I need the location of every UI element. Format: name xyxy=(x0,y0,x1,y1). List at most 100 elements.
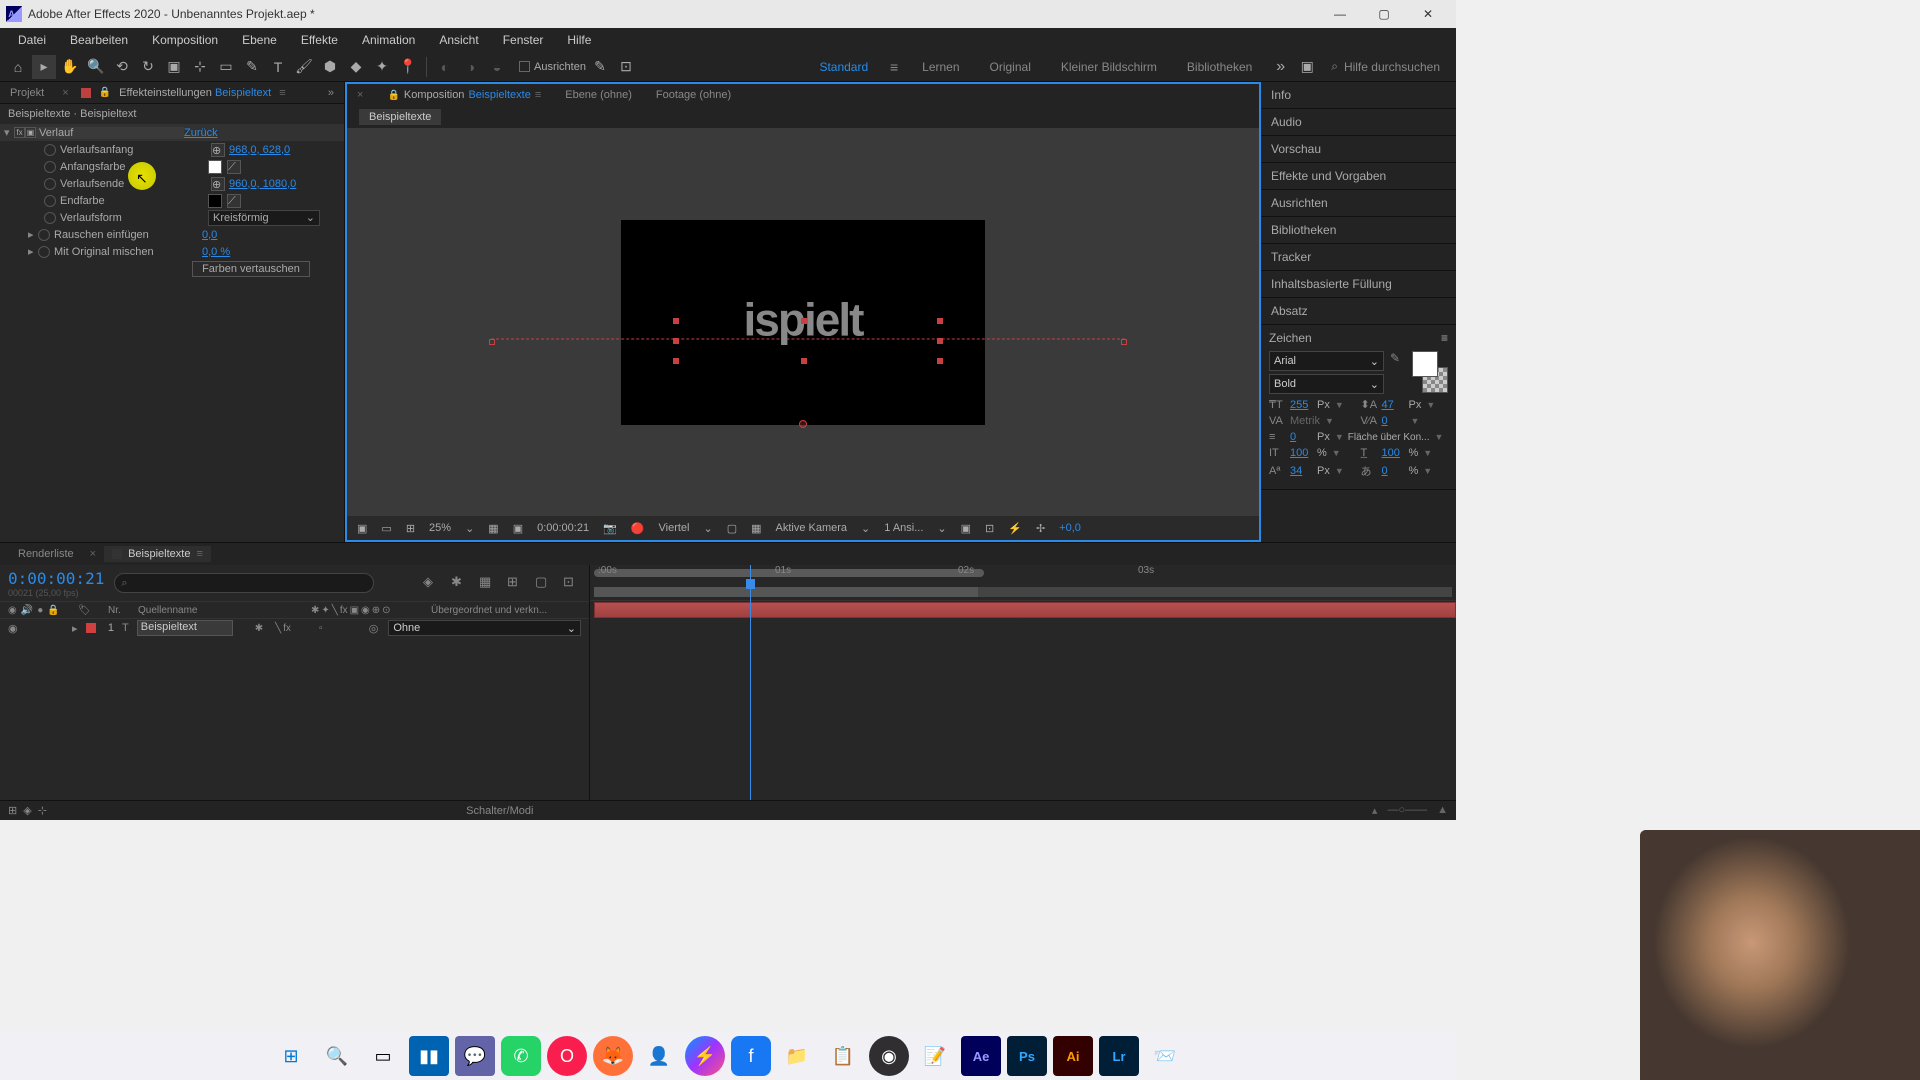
bbox-handle[interactable] xyxy=(673,318,679,324)
workspace-more[interactable]: » xyxy=(1268,58,1293,76)
panel-overflow[interactable]: » xyxy=(322,87,340,99)
workspace-kleiner[interactable]: Kleiner Bildschirm xyxy=(1047,60,1171,74)
pen-tool[interactable]: ✎ xyxy=(240,55,264,79)
panel-audio[interactable]: Audio xyxy=(1261,109,1456,136)
stopwatch-mischen[interactable] xyxy=(38,246,50,258)
panel-tracker[interactable]: Tracker xyxy=(1261,244,1456,271)
menu-effekte[interactable]: Effekte xyxy=(291,30,348,50)
lock-icon[interactable]: 🔒 xyxy=(99,87,111,98)
tl-draft-icon[interactable]: ⊡ xyxy=(563,574,581,592)
fast-icon[interactable]: ⚡ xyxy=(1004,522,1026,535)
menu-datei[interactable]: Datei xyxy=(8,30,56,50)
footer-toggle-1[interactable]: ⊞ xyxy=(8,804,17,817)
layer-label-color[interactable] xyxy=(86,623,96,633)
mask-tool[interactable]: ⊡ xyxy=(614,55,638,79)
tab-menu-icon[interactable]: ≡ xyxy=(279,87,285,99)
value-verlaufsanfang[interactable]: 968,0, 628,0 xyxy=(229,144,290,156)
3d-icon[interactable]: ▣ xyxy=(957,522,975,535)
snapshot-icon[interactable]: 📷 xyxy=(599,522,621,535)
eyedropper-endfarbe[interactable]: ⟋ xyxy=(227,194,241,208)
close-button[interactable]: ✕ xyxy=(1406,0,1450,28)
fx-toggle[interactable]: fx xyxy=(14,127,25,138)
chevron-down-icon[interactable]: ⌄ xyxy=(857,522,874,535)
shape-tool[interactable]: ▭ xyxy=(214,55,238,79)
bbox-handle[interactable] xyxy=(937,318,943,324)
font-family-dropdown[interactable]: Arial⌄ xyxy=(1269,351,1384,371)
zoom-tool[interactable]: 🔍 xyxy=(84,55,108,79)
panel-effekte[interactable]: Effekte und Vorgaben xyxy=(1261,163,1456,190)
value-rauschen[interactable]: 0,0 xyxy=(202,229,217,241)
puppet-tool[interactable]: 📍 xyxy=(396,55,420,79)
panel-toggle-icon[interactable]: ▣ xyxy=(1295,55,1319,79)
tb-teams[interactable]: 💬 xyxy=(455,1036,495,1076)
camera-dropdown[interactable]: Aktive Kamera xyxy=(772,522,852,534)
tb-explorer[interactable]: 📁 xyxy=(777,1036,817,1076)
chevron-down-icon[interactable]: ⌄ xyxy=(933,522,950,535)
bbox-handle[interactable] xyxy=(937,338,943,344)
tb-app3[interactable]: 📨 xyxy=(1145,1036,1185,1076)
eye-col-icon[interactable]: ◉ xyxy=(8,605,17,616)
stroke-value[interactable]: 0 xyxy=(1290,431,1314,443)
vscale-value[interactable]: 100 xyxy=(1382,447,1406,459)
tl-graph-icon[interactable]: ▢ xyxy=(535,574,553,592)
font-weight-dropdown[interactable]: Bold⌄ xyxy=(1269,374,1384,394)
zoom-in-icon[interactable]: ▲ xyxy=(1437,804,1448,817)
tsume-value[interactable]: 0 xyxy=(1382,465,1406,477)
parent-dropdown[interactable]: Ohne⌄ xyxy=(388,620,581,636)
tab-projekt[interactable]: Projekt xyxy=(4,85,50,101)
stopwatch-anfangsfarbe[interactable] xyxy=(44,161,56,173)
panel-bibliotheken[interactable]: Bibliotheken xyxy=(1261,217,1456,244)
crosshair-icon[interactable]: ⊕ xyxy=(211,143,225,157)
viewer-tab-close[interactable]: × xyxy=(357,89,363,101)
zoom-level[interactable]: 25% xyxy=(425,522,455,534)
footer-toggle-2[interactable]: ◈ xyxy=(23,804,31,817)
orbit-tool[interactable]: ⟲ xyxy=(110,55,134,79)
tb-notepad[interactable]: 📝 xyxy=(915,1036,955,1076)
grid-icon[interactable]: ▦ xyxy=(484,522,502,535)
menu-ansicht[interactable]: Ansicht xyxy=(429,30,488,50)
hscale-value[interactable]: 100 xyxy=(1290,447,1314,459)
panel-menu-icon[interactable]: ≡ xyxy=(1441,331,1448,345)
stopwatch-verlaufsform[interactable] xyxy=(44,212,56,224)
anchor-point[interactable] xyxy=(799,420,807,428)
tracking-value[interactable]: 0 xyxy=(1382,415,1406,427)
tb-windows[interactable]: ⊞ xyxy=(271,1036,311,1076)
bbox-handle[interactable] xyxy=(801,318,807,324)
menu-komposition[interactable]: Komposition xyxy=(142,30,228,50)
menu-fenster[interactable]: Fenster xyxy=(493,30,554,50)
tab-projekt-close[interactable]: × xyxy=(58,87,72,99)
crosshair-icon-2[interactable]: ⊕ xyxy=(211,177,225,191)
solo-col-icon[interactable]: ● xyxy=(37,605,43,616)
stopwatch-rauschen[interactable] xyxy=(38,229,50,241)
panel-zeichen-title[interactable]: Zeichen xyxy=(1269,331,1312,345)
panel-vorschau[interactable]: Vorschau xyxy=(1261,136,1456,163)
stamp-tool[interactable]: ⬢ xyxy=(318,55,342,79)
effect-reset[interactable]: Zurück xyxy=(184,127,218,139)
magnify-icon[interactable]: ▣ xyxy=(353,522,371,535)
snap-tool[interactable]: ✎ xyxy=(588,55,612,79)
tb-widgets[interactable]: ▮▮ xyxy=(409,1036,449,1076)
hand-tool[interactable]: ✋ xyxy=(58,55,82,79)
panel-ausrichten[interactable]: Ausrichten xyxy=(1261,190,1456,217)
footer-mode-label[interactable]: Schalter/Modi xyxy=(466,805,533,817)
viewer-comp-subtab[interactable]: Beispieltexte xyxy=(359,109,441,125)
tab-footage[interactable]: Footage (ohne) xyxy=(656,89,731,101)
selection-tool[interactable]: ▸ xyxy=(32,55,56,79)
brush-tool[interactable]: 🖌 xyxy=(292,55,316,79)
res-icon[interactable]: ⊞ xyxy=(402,522,419,535)
workspace-lernen[interactable]: Lernen xyxy=(908,60,973,74)
tab-menu-icon[interactable]: ≡ xyxy=(196,548,202,560)
maximize-button[interactable]: ▢ xyxy=(1362,0,1406,28)
timeline-layer-row[interactable]: ◉ ▸ 1 T Beispieltext ✱ ╲ fx ▫ ◎ Ohne⌄ xyxy=(0,619,589,637)
swap-colors-button[interactable]: Farben vertauschen xyxy=(192,261,310,277)
chevron-down-icon[interactable]: ⌄ xyxy=(461,522,478,535)
playhead[interactable] xyxy=(750,565,751,800)
align-checkbox[interactable]: Ausrichten xyxy=(519,61,586,73)
tb-search[interactable]: 🔍 xyxy=(317,1036,357,1076)
menu-ebene[interactable]: Ebene xyxy=(232,30,287,50)
resolution-dropdown[interactable]: Viertel xyxy=(655,522,694,534)
menu-animation[interactable]: Animation xyxy=(352,30,425,50)
swatch-anfangsfarbe[interactable] xyxy=(208,160,222,174)
tb-whatsapp[interactable]: ✆ xyxy=(501,1036,541,1076)
tb-firefox[interactable]: 🦊 xyxy=(593,1036,633,1076)
